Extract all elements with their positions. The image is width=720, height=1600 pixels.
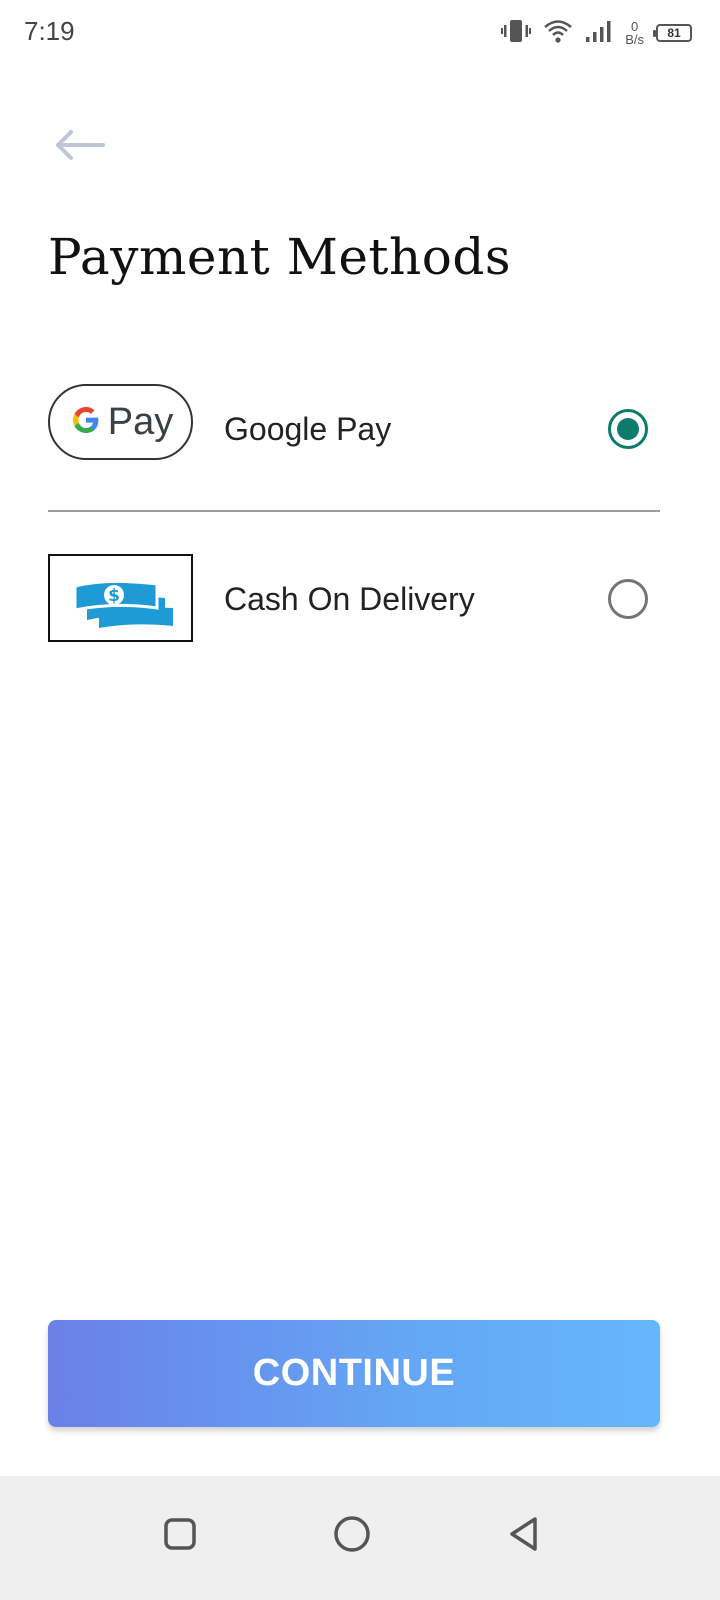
back-button[interactable] xyxy=(50,124,108,170)
google-pay-logo: Pay xyxy=(48,384,193,460)
back-icon xyxy=(506,1515,542,1557)
page-title: Payment Methods xyxy=(48,228,511,286)
wifi-icon xyxy=(543,18,573,48)
status-time: 7:19 xyxy=(24,16,75,46)
network-speed: 0 B/s xyxy=(625,20,644,46)
cash-money-icon: $ xyxy=(48,554,193,642)
battery-level: 81 xyxy=(667,26,681,40)
network-speed-unit: B/s xyxy=(625,32,644,47)
radio-cash-on-delivery[interactable] xyxy=(608,579,648,619)
battery-icon: 81 xyxy=(653,24,692,42)
recent-apps-button[interactable] xyxy=(150,1506,210,1566)
signal-icon xyxy=(585,19,613,47)
payment-option-label: Google Pay xyxy=(224,410,392,447)
radio-selected-dot xyxy=(617,418,639,440)
navigation-bar xyxy=(0,1476,720,1600)
svg-text:$: $ xyxy=(108,586,120,606)
status-bar: 7:19 0 B/s 81 xyxy=(0,0,720,66)
arrow-left-icon xyxy=(53,128,105,166)
system-back-button[interactable] xyxy=(494,1506,554,1566)
payment-option-cash-on-delivery[interactable]: $ Cash On Delivery xyxy=(48,554,660,644)
radio-google-pay[interactable] xyxy=(608,409,648,449)
vibrate-icon xyxy=(501,18,532,48)
recent-apps-icon xyxy=(162,1516,198,1556)
home-button[interactable] xyxy=(322,1506,382,1566)
payment-option-google-pay[interactable]: Pay Google Pay xyxy=(48,384,660,474)
home-icon xyxy=(332,1514,372,1558)
payment-option-label: Cash On Delivery xyxy=(224,580,475,617)
google-g-icon xyxy=(68,402,104,442)
status-icons: 0 B/s 81 xyxy=(501,16,692,50)
continue-button[interactable]: CONTINUE xyxy=(48,1320,660,1427)
google-pay-logo-text: Pay xyxy=(107,400,174,443)
divider xyxy=(48,510,660,512)
